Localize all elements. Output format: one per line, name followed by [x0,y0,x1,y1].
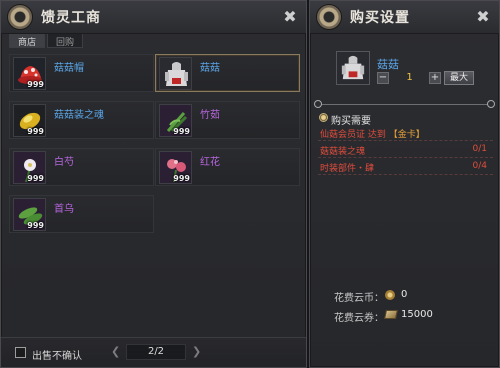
buy-settings-panel: 购买设置 ✖ 菇菇 − 1 + 最大 购买需要 仙菇会员证 达到 【金卡】 菇菇… [309,0,500,368]
buy-title: 购买设置 [350,10,410,26]
bullet-icon [319,113,328,122]
max-quantity-button[interactable]: 最大 [444,71,474,85]
item-name: 菇菇帽 [54,63,84,74]
requirement-name: 时装部件・肆 [320,164,375,174]
page-prev-button[interactable]: ❮ [111,345,120,358]
requirement-count: 0/1 [472,144,487,154]
mushroom-costume-icon [159,57,192,90]
page-indicator: 2/2 [126,344,186,360]
item-quantity: 999 [27,80,44,89]
cost-coin-label: 花费云币： [334,293,384,304]
no-confirm-checkbox[interactable] [15,347,26,358]
divider-knob-icon [314,100,322,108]
quantity-increase-button[interactable]: + [429,72,441,84]
item-name: 竹茹 [200,110,220,121]
shop-item[interactable]: 999 菇菇装之魂 [9,101,154,139]
mushroom-costume-icon [336,51,370,85]
item-name: 首乌 [54,204,74,215]
item-name: 菇菇装之魂 [54,110,104,121]
item-quantity: 999 [27,221,44,230]
cost-coin-value: 0 [401,289,408,300]
section-divider [318,104,491,105]
shop-tabs: 商店 回购 [9,34,85,48]
shop-item[interactable]: 999 菇菇帽 [9,54,154,92]
shop-item[interactable]: 999 首乌 [9,195,154,233]
no-confirm-label: 出售不确认 [32,351,82,362]
item-quantity: 999 [173,127,190,136]
item-quantity: 999 [27,174,44,183]
requirement-row: 仙菇会员证 达到 【金卡】 [318,126,493,141]
shop-item[interactable]: 999 红花 [155,148,300,186]
quantity-decrease-button[interactable]: − [377,72,389,84]
ticket-icon [384,310,398,319]
requirement-count: 0/4 [472,161,487,171]
item-quantity: 999 [173,174,190,183]
bamboo-herb-icon: 999 [159,104,192,137]
requirements-title: 购买需要 [331,116,371,127]
coin-icon [385,290,395,300]
buy-title-bar: 购买设置 ✖ [310,1,499,34]
item-quantity: 999 [27,127,44,136]
close-tools-icon[interactable]: ✖ [281,8,299,26]
quantity-input[interactable]: 1 [391,72,428,84]
shop-item-selected[interactable]: 菇菇 [155,54,300,92]
item-name: 菇菇 [200,63,220,74]
shop-item[interactable]: 999 白芍 [9,148,154,186]
red-flower-icon: 999 [159,151,192,184]
tab-shop[interactable]: 商店 [9,34,46,48]
close-tools-icon[interactable]: ✖ [474,8,492,26]
cost-ticket-label: 花费云券： [334,313,384,324]
page-next-button[interactable]: ❯ [192,345,201,358]
leaf-herb-icon: 999 [13,198,46,231]
shop-title-bar: 馈灵工商 ✖ [1,1,306,34]
divider-knob-icon [487,100,495,108]
shop-item[interactable]: 999 竹茹 [155,101,300,139]
soul-gem-icon: 999 [13,104,46,137]
selected-item-name: 菇菇 [377,58,399,71]
requirement-row: 菇菇装之魂 0/1 [318,143,493,158]
white-flower-icon: 999 [13,151,46,184]
red-hat-icon: 999 [13,57,46,90]
requirement-name: 仙菇会员证 达到 【金卡】 [320,130,425,140]
cost-ticket-value: 15000 [401,309,433,320]
shop-footer: 出售不确认 ❮ 2/2 ❯ [1,337,306,367]
requirement-row: 时装部件・肆 0/4 [318,160,493,175]
gear-emblem-icon [7,4,33,30]
shop-panel: 馈灵工商 ✖ 商店 回购 999 菇菇帽 菇菇 999 菇菇装之魂 999 竹茹… [0,0,307,368]
requirement-name: 菇菇装之魂 [320,147,366,157]
gear-emblem-icon [316,4,342,30]
item-name: 红花 [200,157,220,168]
shop-title: 馈灵工商 [41,10,101,26]
tab-buyback[interactable]: 回购 [47,34,84,48]
item-name: 白芍 [54,157,74,168]
